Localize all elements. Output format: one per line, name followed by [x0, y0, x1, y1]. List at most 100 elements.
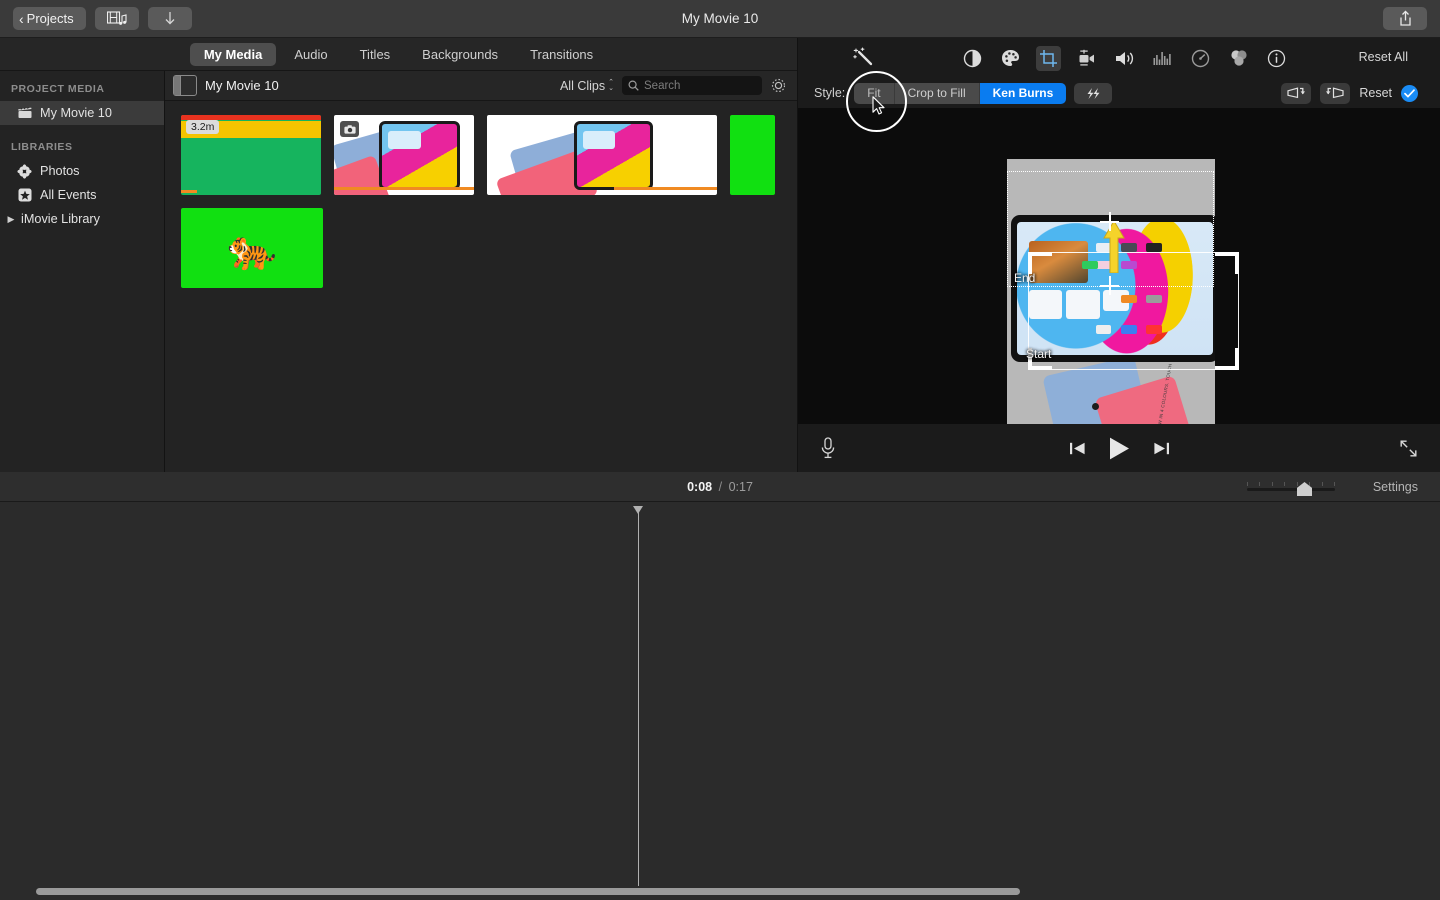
rotate-clockwise-icon[interactable] [1320, 82, 1351, 104]
titlebar-right-controls [1383, 7, 1427, 30]
viewer-panel: Reset All Style: Fit Crop to Fill Ken Bu… [798, 38, 1440, 472]
magic-wand-icon[interactable] [853, 47, 875, 69]
media-browser-panel: My Media Audio Titles Backgrounds Transi… [0, 38, 798, 472]
clips-filter-label: All Clips [559, 78, 606, 93]
style-option-fit[interactable]: Fit [854, 82, 895, 104]
speed-icon[interactable] [1188, 46, 1213, 71]
clip-thumbnail-green-yellow[interactable]: 3.2m [181, 115, 321, 195]
kenburns-start-rect[interactable] [1028, 252, 1239, 370]
zoom-ticks [1247, 482, 1335, 486]
color-balance-icon[interactable] [960, 46, 985, 71]
share-icon [1398, 10, 1413, 27]
film-music-icon [106, 11, 127, 26]
search-icon [628, 80, 639, 91]
total-time: 0:17 [728, 479, 753, 494]
transport-buttons [798, 436, 1440, 461]
tab-audio[interactable]: Audio [280, 43, 341, 66]
back-chevron-icon: ‹ [19, 10, 24, 27]
camera-icon [340, 121, 359, 137]
libraries-header: LIBRARIES [11, 141, 73, 153]
projects-label: Projects [26, 11, 74, 26]
style-option-ken-burns[interactable]: Ken Burns [979, 82, 1067, 104]
search-placeholder: Search [644, 79, 681, 92]
info-icon[interactable] [1264, 46, 1289, 71]
sidebar-item-my-movie-10[interactable]: My Movie 10 [0, 101, 164, 125]
sidebar-item-label: iMovie Library [21, 212, 100, 226]
zoom-track[interactable] [1247, 482, 1335, 496]
checkmark-icon[interactable] [1401, 84, 1418, 102]
time-separator: / [718, 479, 723, 494]
viewer-stage[interactable]: iPad. 10TH GEN. NOW IN 4 COLOURS. TOUCH … [798, 108, 1440, 453]
clip-duration-badge: 3.2m [186, 120, 220, 134]
browser-body: PROJECT MEDIA My Movie 10 LIBRARIES Phot… [0, 71, 797, 472]
playback-controls [798, 424, 1440, 472]
sidebar-item-label: Photos [40, 164, 80, 178]
sidebar-item-label: My Movie 10 [40, 106, 112, 120]
share-button[interactable] [1383, 7, 1427, 30]
style-segmented-control: Fit Crop to Fill Ken Burns [854, 82, 1067, 104]
clip-thumbnail-tiger[interactable]: 🐅 [181, 208, 323, 288]
clapperboard-icon [17, 107, 32, 119]
kenburns-crosshair-top [1100, 212, 1119, 231]
clip-thumbnail-ipad-wide[interactable] [487, 115, 717, 195]
search-input[interactable]: Search [622, 76, 762, 95]
browser-event-title: My Movie 10 [205, 78, 279, 93]
clips-filter-dropdown[interactable]: All Clips ⌃ ⌄ [560, 79, 614, 93]
sidebar-item-all-events[interactable]: All Events [0, 183, 164, 207]
clip-thumbnail-ipad-photo[interactable] [334, 115, 474, 195]
project-title: My Movie 10 [681, 11, 759, 26]
skip-forward-icon[interactable] [1153, 440, 1170, 457]
disclosure-triangle-icon[interactable]: ▶ [6, 214, 16, 225]
timecode-display: 0:08 / 0:17 [0, 480, 1440, 494]
gear-icon[interactable] [770, 77, 787, 94]
volume-icon[interactable] [1112, 46, 1137, 71]
playhead[interactable] [633, 506, 643, 886]
reset-all-button[interactable]: Reset All [1359, 50, 1408, 64]
browser-content-header: My Movie 10 All Clips ⌃ ⌄ Search [165, 71, 797, 101]
timeline-zoom-slider[interactable] [1247, 482, 1335, 496]
tab-titles[interactable]: Titles [346, 43, 405, 66]
tab-backgrounds[interactable]: Backgrounds [408, 43, 512, 66]
browser-header-controls: All Clips ⌃ ⌄ Search [560, 76, 787, 95]
tab-my-media[interactable]: My Media [189, 42, 277, 66]
flash-transition-icon[interactable] [1074, 82, 1113, 104]
title-bar: ‹ Projects My Movie 10 [0, 0, 1440, 38]
media-browser-button[interactable] [94, 7, 139, 30]
style-option-crop-to-fill[interactable]: Crop to Fill [894, 82, 980, 104]
fullscreen-icon[interactable] [1399, 439, 1418, 458]
horizontal-scrollbar[interactable] [36, 888, 1020, 895]
clip-artwork [487, 115, 717, 195]
chevron-updown-icon: ⌃ ⌄ [608, 78, 614, 92]
clip-thumbnail-grid: 3.2m 🐅 [165, 101, 797, 288]
stabilization-icon[interactable] [1074, 46, 1099, 71]
crop-style-toolbar: Style: Fit Crop to Fill Ken Burns Reset [798, 78, 1440, 108]
reset-button[interactable]: Reset [1359, 86, 1392, 100]
star-icon [17, 188, 32, 202]
timeline-toolbar: 0:08 / 0:17 Settings [0, 472, 1440, 502]
adjustment-toolbar: Reset All [798, 38, 1440, 78]
timeline[interactable]: 2.2s – HELLO 4.0s – THIS IS THE SUBTITLE… [0, 502, 1440, 900]
project-media-header: PROJECT MEDIA [11, 83, 105, 95]
filters-icon[interactable] [1226, 46, 1251, 71]
tab-transitions[interactable]: Transitions [516, 43, 607, 66]
browser-sidebar: PROJECT MEDIA My Movie 10 LIBRARIES Phot… [0, 71, 165, 472]
equalizer-icon[interactable] [1150, 46, 1175, 71]
imovie-window: ‹ Projects My Movie 10 My Media Audio Ti… [0, 0, 1440, 900]
sidebar-item-label: All Events [40, 188, 97, 202]
sidebar-toggle-icon[interactable] [173, 75, 197, 96]
skip-backward-icon[interactable] [1069, 440, 1086, 457]
kenburns-crosshair-bottom [1100, 276, 1119, 295]
sidebar-item-imovie-library[interactable]: ▶ iMovie Library [0, 207, 164, 231]
clip-thumbnail-green-narrow[interactable] [730, 115, 775, 195]
rotate-counterclockwise-icon[interactable] [1281, 82, 1312, 104]
current-time: 0:08 [687, 479, 713, 494]
tiger-graphic: 🐅 [227, 227, 277, 272]
color-correction-icon[interactable] [998, 46, 1023, 71]
timeline-settings-button[interactable]: Settings [1373, 480, 1418, 494]
sidebar-item-photos[interactable]: Photos [0, 159, 164, 183]
projects-button[interactable]: ‹ Projects [13, 7, 86, 30]
import-media-button[interactable] [147, 7, 192, 30]
adjustment-icon-row [960, 38, 1289, 78]
play-icon[interactable] [1108, 436, 1131, 461]
crop-icon[interactable] [1036, 45, 1061, 71]
